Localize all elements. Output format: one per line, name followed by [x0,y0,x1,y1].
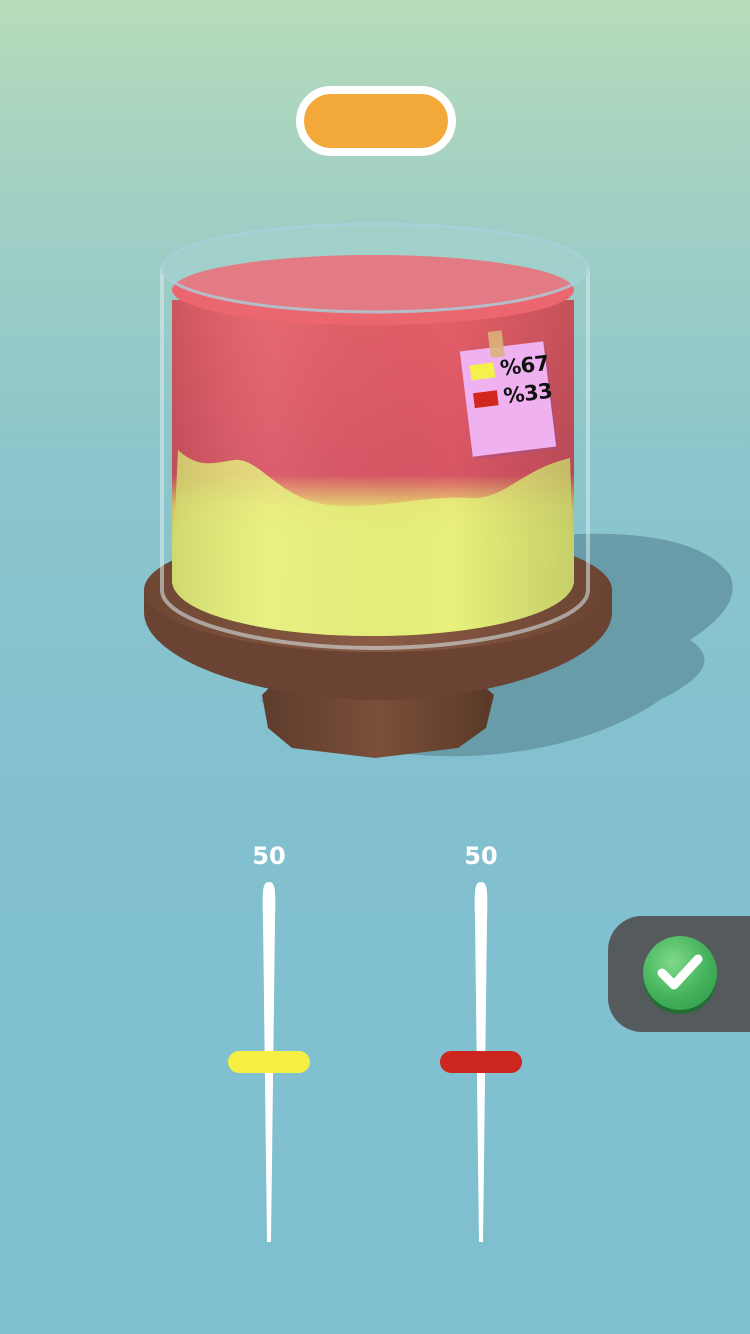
glass-jar-rim [160,222,590,314]
yellow-percentage: %67 [498,350,551,381]
yellow-slider-thumb[interactable] [228,1051,310,1073]
red-slider-thumb[interactable] [440,1051,522,1073]
tape-icon [487,330,505,358]
yellow-swatch [469,362,496,380]
note-row-red: %33 [472,378,554,412]
red-slider-value: 50 [464,842,498,870]
red-percentage: %33 [502,378,554,409]
confirm-panel [608,916,750,1032]
check-icon [657,954,703,990]
percentage-note: %67 %33 [459,330,557,457]
cake-scene [144,222,733,758]
top-pill-button[interactable] [296,86,456,156]
yellow-slider-value: 50 [252,842,286,870]
red-swatch [472,389,499,408]
confirm-button[interactable] [643,936,717,1010]
